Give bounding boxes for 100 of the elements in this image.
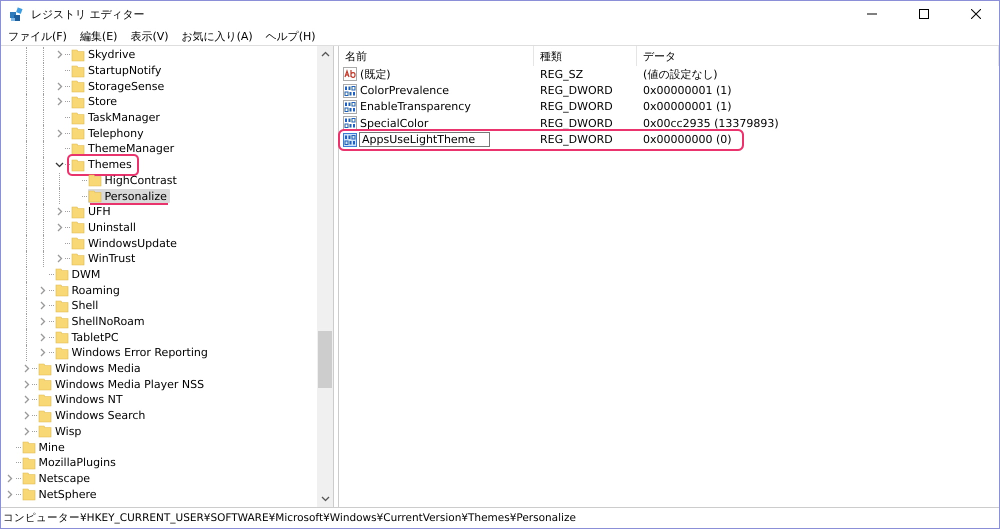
- value-data: 0x00000000 (0): [642, 133, 733, 146]
- scrollbar-thumb[interactable]: [318, 331, 332, 388]
- menu-item[interactable]: 編集(E): [76, 28, 126, 44]
- chevron-right-icon[interactable]: [22, 364, 30, 374]
- tree-item[interactable]: ThemeManager: [71, 142, 178, 156]
- chevron-right-icon[interactable]: [5, 490, 14, 499]
- tree-item[interactable]: Uninstall: [71, 220, 139, 234]
- tree-item[interactable]: Wisp: [38, 424, 84, 438]
- chevron-right-icon[interactable]: [22, 426, 30, 436]
- tree-item[interactable]: NetSphere: [22, 487, 100, 502]
- maximize-icon[interactable]: [919, 9, 929, 19]
- rename-field[interactable]: AppsUseLightTheme: [359, 132, 490, 148]
- folder-icon: [71, 252, 85, 266]
- folder-icon: [22, 456, 36, 470]
- tree-item[interactable]: Mine: [22, 440, 68, 454]
- chevron-right-icon[interactable]: [54, 82, 64, 91]
- tree-item[interactable]: HighContrast: [88, 173, 180, 188]
- binary-value-icon: [343, 132, 357, 147]
- chevron-right-icon[interactable]: [5, 474, 14, 483]
- chevron-right-icon[interactable]: [54, 207, 64, 216]
- folder-icon: [71, 94, 85, 109]
- chevron-right-icon[interactable]: [22, 380, 30, 389]
- column-header[interactable]: 種類: [534, 46, 637, 66]
- window-title: レジストリ エディター: [31, 6, 146, 22]
- folder-icon: [88, 189, 102, 204]
- tree-item[interactable]: StorageSense: [71, 79, 168, 94]
- tree-item[interactable]: Themes: [71, 158, 135, 172]
- folder-icon: [71, 79, 85, 94]
- value-type: REG_DWORD: [539, 100, 614, 114]
- tree-item[interactable]: WinTrust: [71, 252, 138, 266]
- chevron-right-icon[interactable]: [54, 97, 64, 106]
- folder-icon: [38, 408, 52, 423]
- folder-icon: [71, 142, 85, 156]
- folder-icon: [54, 346, 68, 360]
- folder-icon: [71, 204, 85, 219]
- chevron-right-icon[interactable]: [54, 128, 64, 138]
- chevron-right-icon[interactable]: [38, 286, 47, 295]
- folder-icon: [71, 220, 85, 234]
- value-name: SpecialColor: [359, 116, 428, 130]
- column-header[interactable]: 名前: [339, 46, 534, 66]
- value-type: REG_DWORD: [539, 84, 614, 98]
- tree-item[interactable]: Store: [71, 94, 120, 109]
- folder-icon: [38, 392, 52, 407]
- app-icon: [9, 6, 25, 22]
- folder-icon: [71, 236, 85, 250]
- chevron-right-icon[interactable]: [22, 395, 30, 404]
- folder-icon: [71, 64, 85, 78]
- column-header[interactable]: データ: [637, 46, 999, 66]
- tree-item[interactable]: Shell: [54, 298, 102, 313]
- scroll-down-icon[interactable]: [320, 494, 330, 503]
- folder-icon: [71, 158, 85, 172]
- value-name: (既定): [359, 66, 391, 82]
- menu-item[interactable]: 表示(V): [127, 28, 177, 44]
- tree-item[interactable]: Telephony: [71, 126, 147, 140]
- tree-item[interactable]: Skydrive: [71, 48, 138, 62]
- chevron-right-icon[interactable]: [38, 301, 47, 310]
- folder-icon: [22, 471, 36, 486]
- tree-item[interactable]: Roaming: [54, 283, 123, 298]
- value-type: REG_DWORD: [539, 133, 614, 146]
- folder-icon: [54, 298, 68, 313]
- tree-item[interactable]: ShellNoRoam: [54, 314, 148, 329]
- tree-item[interactable]: Windows Search: [38, 408, 148, 423]
- menu-item[interactable]: ファイル(F): [5, 28, 75, 44]
- scroll-up-icon[interactable]: [320, 50, 330, 59]
- close-icon[interactable]: [971, 9, 981, 19]
- chevron-right-icon[interactable]: [54, 222, 64, 232]
- folder-icon: [54, 314, 68, 329]
- value-type: REG_SZ: [539, 68, 584, 81]
- tree-item[interactable]: Windows NT: [38, 392, 126, 407]
- menu-item[interactable]: お気に入り(A): [178, 28, 261, 44]
- value-data: 0x00000001 (1): [642, 100, 733, 114]
- chevron-right-icon[interactable]: [38, 332, 47, 342]
- tree-item[interactable]: TabletPC: [54, 330, 122, 344]
- tree-item[interactable]: Windows Error Reporting: [54, 346, 211, 360]
- tree-item[interactable]: Netscape: [22, 471, 94, 486]
- chevron-right-icon[interactable]: [38, 317, 47, 326]
- chevron-right-icon[interactable]: [38, 348, 47, 358]
- tree-item[interactable]: DWM: [54, 267, 104, 282]
- tree-item[interactable]: Personalize: [88, 189, 170, 204]
- folder-icon: [54, 283, 68, 298]
- tree-item[interactable]: UFH: [71, 204, 114, 219]
- binary-value-icon: [343, 116, 357, 130]
- status-path: コンピューター¥HKEY_CURRENT_USER¥SOFTWARE¥Microsoft¥Windows¥CurrentVersion¥Themes¥Personalize: [3, 511, 576, 525]
- menu-item[interactable]: ヘルプ(H): [262, 28, 324, 44]
- chevron-right-icon[interactable]: [54, 254, 64, 264]
- tree-item[interactable]: StartupNotify: [71, 64, 164, 78]
- value-name: ColorPrevalence: [359, 84, 450, 98]
- tree-item[interactable]: Windows Media: [38, 362, 144, 376]
- string-value-icon: [343, 67, 357, 82]
- chevron-right-icon[interactable]: [22, 411, 30, 420]
- value-data: 0x00000001 (1): [642, 84, 733, 98]
- tree-item[interactable]: WindowsUpdate: [71, 236, 180, 250]
- chevron-right-icon[interactable]: [54, 50, 64, 60]
- tree-item[interactable]: Windows Media Player NSS: [38, 377, 208, 392]
- tree-item[interactable]: TaskManager: [71, 110, 163, 125]
- tree-item[interactable]: MozillaPlugins: [22, 456, 119, 470]
- value-data: (値の設定なし): [642, 66, 719, 82]
- folder-icon: [38, 377, 52, 392]
- folder-icon: [22, 487, 36, 502]
- chevron-down-icon[interactable]: [54, 160, 64, 170]
